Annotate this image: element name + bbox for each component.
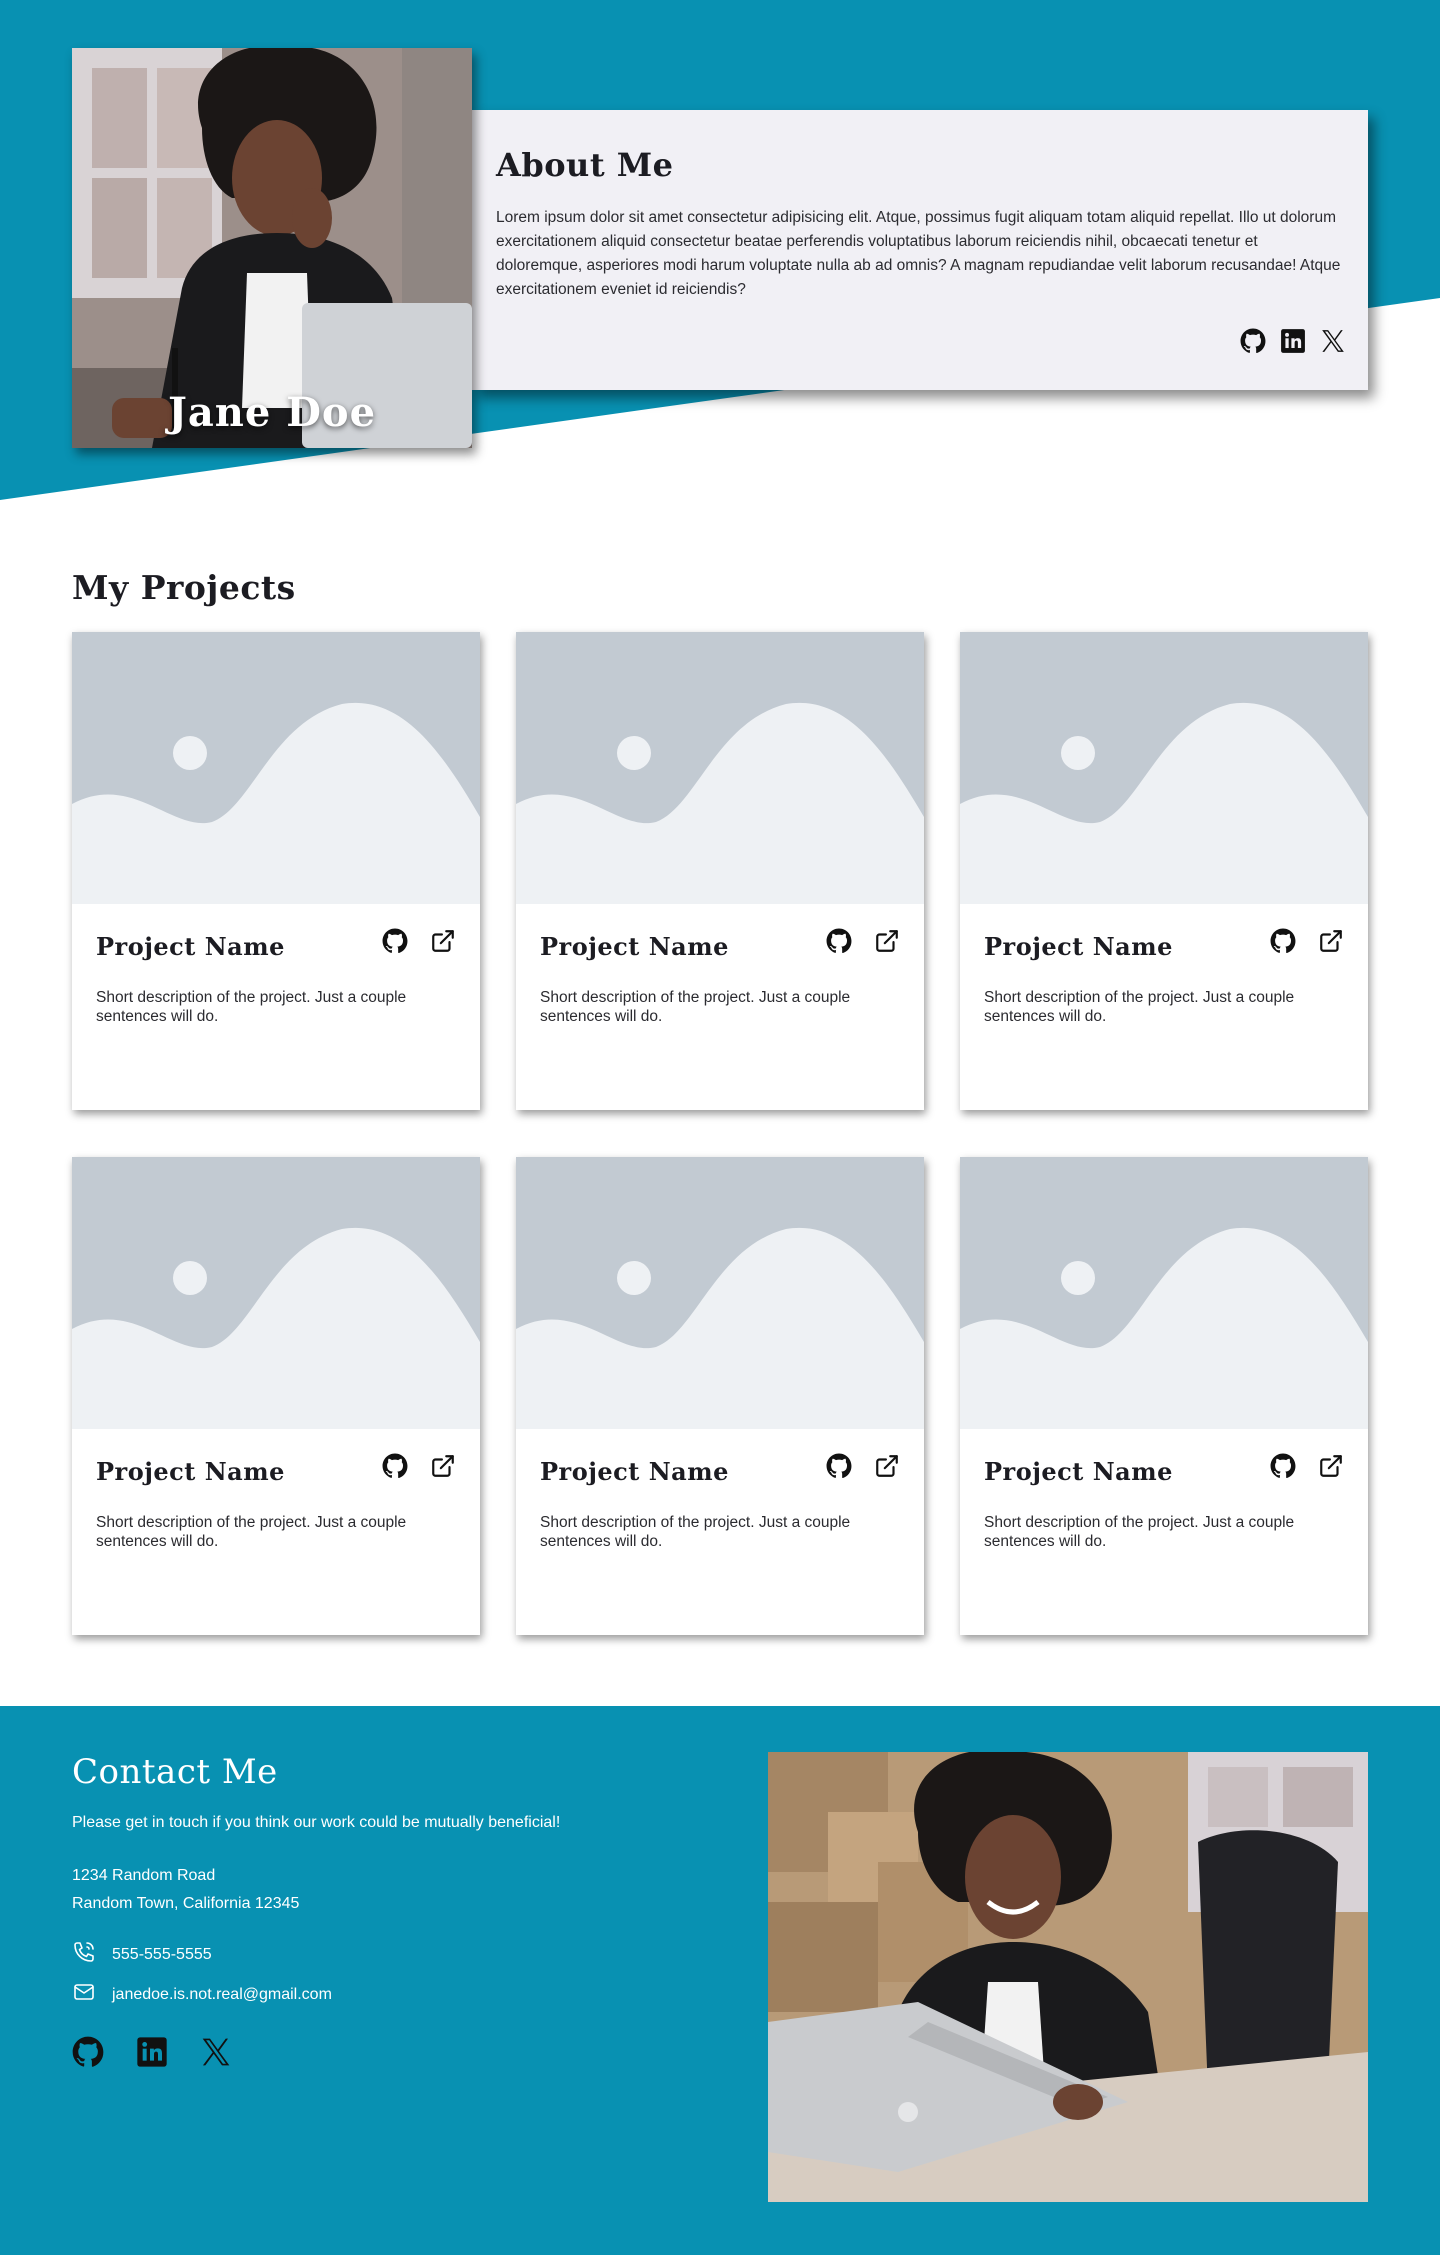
github-icon[interactable] [826, 928, 852, 954]
profile-name: Jane Doe [167, 389, 377, 436]
projects-title: My Projects [72, 568, 296, 607]
project-card: Project Name Short description of the pr… [516, 1157, 924, 1635]
github-icon[interactable] [1240, 328, 1266, 354]
project-description: Short description of the project. Just a… [96, 1514, 407, 1550]
project-links [826, 928, 900, 954]
phone-icon [72, 1940, 96, 1969]
x-icon[interactable] [1320, 328, 1346, 354]
project-description: Short description of the project. Just a… [984, 989, 1295, 1025]
contact-email-row: janedoe.is.not.real@gmail.com [72, 1980, 332, 2009]
linkedin-icon[interactable] [136, 2036, 168, 2068]
project-title: Project Name [96, 932, 285, 961]
contact-intro: Please get in touch if you think our wor… [72, 1814, 561, 1831]
project-title: Project Name [984, 1457, 1173, 1486]
project-image-placeholder [516, 632, 924, 904]
external-link-icon[interactable] [874, 1453, 900, 1479]
project-image-placeholder [72, 632, 480, 904]
project-card-header: Project Name [96, 1453, 456, 1493]
project-title: Project Name [540, 932, 729, 961]
github-icon[interactable] [1270, 1453, 1296, 1479]
project-links [826, 1453, 900, 1479]
external-link-icon[interactable] [1318, 1453, 1344, 1479]
project-image-placeholder [960, 632, 1368, 904]
github-icon[interactable] [382, 1453, 408, 1479]
project-card-header: Project Name [984, 1453, 1344, 1493]
contact-email[interactable]: janedoe.is.not.real@gmail.com [112, 1986, 332, 2004]
project-card: Project Name Short description of the pr… [72, 1157, 480, 1635]
contact-address: 1234 Random Road Random Town, California… [72, 1862, 299, 1918]
project-description: Short description of the project. Just a… [540, 1514, 851, 1550]
project-title: Project Name [984, 932, 1173, 961]
contact-photo [768, 1752, 1368, 2202]
about-title: About Me [496, 146, 674, 184]
project-card-header: Project Name [984, 928, 1344, 968]
contact-section: Contact Me Please get in touch if you th… [0, 1706, 1440, 2255]
address-line-2: Random Town, California 12345 [72, 1895, 300, 1912]
github-icon[interactable] [826, 1453, 852, 1479]
external-link-icon[interactable] [1318, 928, 1344, 954]
external-link-icon[interactable] [430, 928, 456, 954]
external-link-icon[interactable] [874, 928, 900, 954]
contact-phone-row: 555-555-5555 [72, 1940, 212, 1969]
project-card-header: Project Name [540, 928, 900, 968]
project-title: Project Name [540, 1457, 729, 1486]
project-card-header: Project Name [96, 928, 456, 968]
linkedin-icon[interactable] [1280, 328, 1306, 354]
project-links [1270, 928, 1344, 954]
about-card: About Me Lorem ipsum dolor sit amet cons… [472, 110, 1368, 390]
project-links [382, 928, 456, 954]
github-icon[interactable] [72, 2036, 104, 2068]
about-text: Lorem ipsum dolor sit amet consectetur a… [496, 209, 1341, 298]
address-line-1: 1234 Random Road [72, 1867, 216, 1884]
profile-photo: Jane Doe [72, 48, 472, 448]
project-links [382, 1453, 456, 1479]
project-image-placeholder [516, 1157, 924, 1429]
project-image-placeholder [72, 1157, 480, 1429]
project-description: Short description of the project. Just a… [984, 1514, 1295, 1550]
project-description: Short description of the project. Just a… [96, 989, 407, 1025]
contact-phone[interactable]: 555-555-5555 [112, 1946, 212, 1964]
project-image-placeholder [960, 1157, 1368, 1429]
project-links [1270, 1453, 1344, 1479]
mail-icon [72, 1980, 96, 2009]
hero-section: Jane Doe About Me Lorem ipsum dolor sit … [0, 0, 1440, 520]
contact-social-links [72, 2036, 232, 2068]
project-card: Project Name Short description of the pr… [960, 1157, 1368, 1635]
github-icon[interactable] [382, 928, 408, 954]
project-card: Project Name Short description of the pr… [72, 632, 480, 1110]
project-card: Project Name Short description of the pr… [516, 632, 924, 1110]
contact-title: Contact Me [72, 1752, 278, 1792]
project-title: Project Name [96, 1457, 285, 1486]
x-icon[interactable] [200, 2036, 232, 2068]
external-link-icon[interactable] [430, 1453, 456, 1479]
project-card-header: Project Name [540, 1453, 900, 1493]
project-description: Short description of the project. Just a… [540, 989, 851, 1025]
project-card: Project Name Short description of the pr… [960, 632, 1368, 1110]
about-social-links [1240, 328, 1346, 354]
github-icon[interactable] [1270, 928, 1296, 954]
